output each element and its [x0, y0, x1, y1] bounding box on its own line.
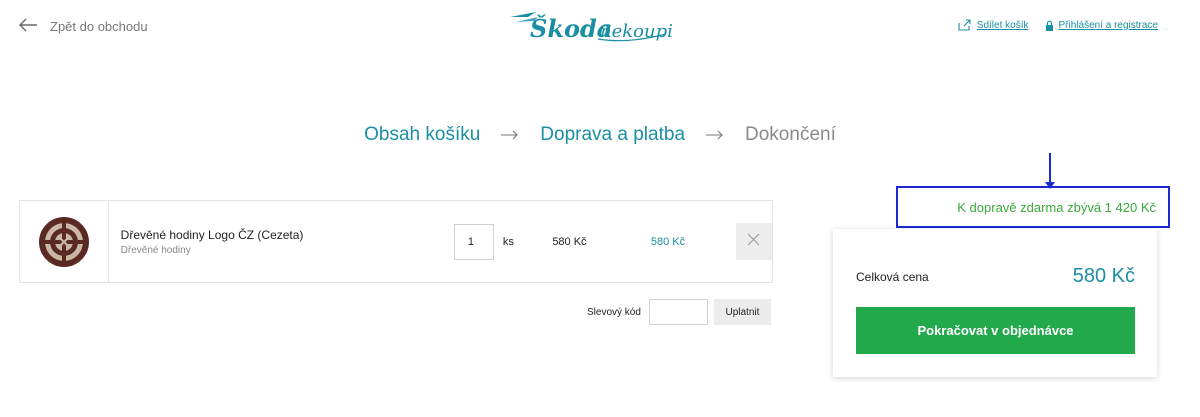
- svg-text:nekoupit: nekoupit: [600, 21, 673, 42]
- step-completion: Dokončení: [745, 124, 836, 145]
- item-total-price: 580 Kč: [650, 235, 686, 248]
- discount-code-form: Slevový kód Uplatnit: [587, 299, 771, 325]
- clock-logo-image: [38, 216, 89, 267]
- arrow-left-icon: [18, 18, 38, 35]
- lock-icon: [1045, 20, 1054, 31]
- checkout-steps: Obsah košíku Doprava a platba Dokončení: [0, 124, 1200, 146]
- free-shipping-text: K dopravě zdarma zbývá 1 420 Kč: [957, 199, 1156, 215]
- free-shipping-notice: K dopravě zdarma zbývá 1 420 Kč: [896, 186, 1170, 228]
- continue-order-button[interactable]: Pokračovat v objednávce: [856, 307, 1135, 354]
- share-icon: [958, 19, 972, 31]
- login-register-label: Přihlášení a registrace: [1058, 19, 1159, 31]
- apply-discount-button[interactable]: Uplatnit: [713, 299, 771, 325]
- arrow-right-icon: [685, 130, 745, 140]
- remove-item-button[interactable]: [735, 223, 772, 260]
- share-cart-label: Sdílet košík: [976, 19, 1029, 31]
- close-icon: [747, 233, 760, 251]
- step-cart-contents[interactable]: Obsah košíku: [364, 124, 480, 146]
- arrow-right-icon: [480, 130, 540, 140]
- share-cart-link[interactable]: Sdílet košík: [958, 19, 1029, 31]
- back-to-shop-label: Zpět do obchodu: [50, 19, 148, 34]
- brand-logo[interactable]: Škoda nekoupit: [508, 8, 673, 46]
- product-name[interactable]: Dřevěné hodiny Logo ČZ (Cezeta): [121, 228, 436, 242]
- cart-item-row: Dřevěné hodiny Logo ČZ (Cezeta) Dřevěné …: [19, 200, 773, 283]
- unit-price: 580 Kč: [552, 235, 587, 248]
- total-price-value: 580 Kč: [1072, 265, 1135, 287]
- quantity-input[interactable]: [453, 223, 494, 260]
- product-thumbnail[interactable]: [20, 201, 109, 282]
- product-category: Dřevěné hodiny: [120, 244, 191, 256]
- discount-code-label: Slevový kód: [587, 306, 641, 318]
- discount-code-input[interactable]: [648, 299, 708, 325]
- step-shipping-payment[interactable]: Doprava a platba: [540, 124, 685, 146]
- order-summary-panel: Celková cena 580 Kč Pokračovat v objedná…: [833, 229, 1157, 377]
- back-to-shop-link[interactable]: Zpět do obchodu: [18, 18, 148, 35]
- total-price-label: Celková cena: [856, 269, 929, 284]
- quantity-unit: ks: [502, 235, 514, 248]
- login-register-link[interactable]: Přihlášení a registrace: [1045, 19, 1159, 31]
